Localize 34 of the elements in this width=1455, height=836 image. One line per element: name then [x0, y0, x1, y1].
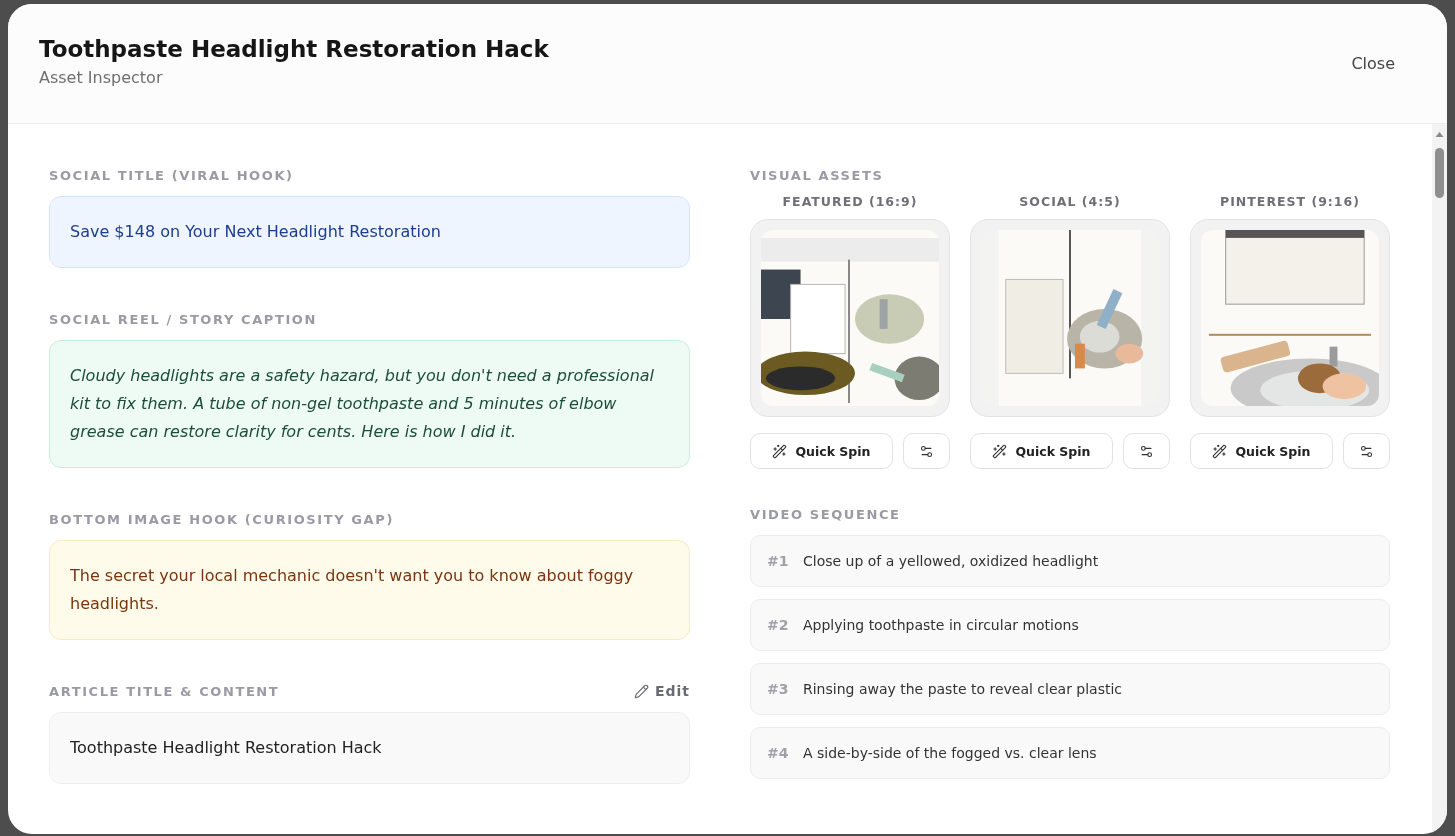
section-label: VIDEO SEQUENCE — [750, 506, 901, 522]
section-label: SOCIAL TITLE (VIRAL HOOK) — [49, 167, 294, 183]
quick-spin-button[interactable]: Quick Spin — [1190, 433, 1333, 469]
section-label: ARTICLE TITLE & CONTENT — [49, 683, 280, 699]
magic-wand-icon — [772, 443, 788, 459]
asset-label: SOCIAL (4:5) — [1018, 194, 1122, 209]
settings-icon — [1139, 443, 1154, 459]
close-button[interactable]: Close — [1347, 50, 1399, 77]
step-text: Applying toothpaste in circular motions — [803, 617, 1079, 633]
step-text: Close up of a yellowed, oxidized headlight — [803, 553, 1099, 569]
asset-label: PINTEREST (9:16) — [1219, 194, 1361, 209]
dialog-title: Toothpaste Headlight Restoration Hack — [39, 36, 549, 62]
section-label: BOTTOM IMAGE HOOK (CURIOSITY GAP) — [49, 511, 394, 527]
magic-wand-icon — [992, 443, 1008, 459]
pencil-icon — [633, 683, 649, 699]
settings-button[interactable] — [1123, 433, 1170, 469]
article-title-text: Toothpaste Headlight Restoration Hack — [49, 712, 690, 784]
settings-button[interactable] — [903, 433, 950, 469]
dialog-subtitle: Asset Inspector — [39, 68, 164, 87]
section-label: VISUAL ASSETS — [750, 167, 884, 183]
quick-spin-button[interactable]: Quick Spin — [970, 433, 1113, 469]
section-label: SOCIAL REEL / STORY CAPTION — [49, 311, 317, 327]
image-hook-text: The secret your local mechanic doesn't want you to know about foggy headlights. — [49, 540, 690, 640]
step-text: A side-by-side of the fogged vs. clear lens — [803, 745, 1097, 761]
caption-text: Cloudy headlights are a safety hazard, but you don't need a professional kit to fix them. A tube of non-gel toothpaste and 5 minutes of elbow grease can restore clarity for cents. Here is how I did it. — [49, 340, 690, 468]
settings-icon — [1359, 443, 1374, 459]
edit-button[interactable]: Edit — [633, 683, 690, 699]
asset-label: FEATURED (16:9) — [781, 194, 919, 209]
step-text: Rinsing away the paste to reveal clear plastic — [803, 681, 1123, 697]
settings-icon — [919, 443, 934, 459]
social-title-text: Save $148 on Your Next Headlight Restoration — [49, 196, 690, 268]
settings-button[interactable] — [1343, 433, 1390, 469]
quick-spin-button[interactable]: Quick Spin — [750, 433, 893, 469]
magic-wand-icon — [1212, 443, 1228, 459]
